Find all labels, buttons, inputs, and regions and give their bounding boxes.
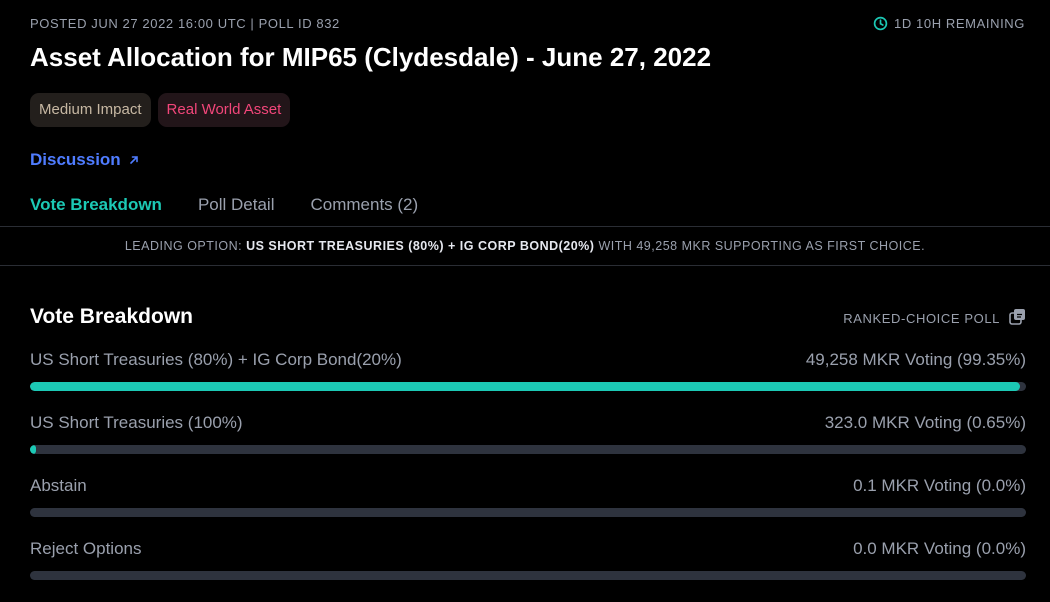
tag-medium-impact[interactable]: Medium Impact bbox=[30, 93, 151, 127]
option-progress-bar bbox=[30, 508, 1026, 517]
option-label: Abstain bbox=[30, 476, 87, 495]
tag-list: Medium Impact Real World Asset bbox=[30, 93, 291, 127]
leading-option-name: US SHORT TREASURIES (80%) + IG CORP BOND… bbox=[246, 239, 595, 253]
vote-breakdown-title: Vote Breakdown bbox=[30, 305, 193, 328]
option-votes: 0.0 MKR Voting (0.0%) bbox=[853, 539, 1026, 558]
option-label: US Short Treasuries (100%) bbox=[30, 413, 243, 432]
option-votes: 49,258 MKR Voting (99.35%) bbox=[805, 350, 1026, 369]
tab-poll-detail[interactable]: Poll Detail bbox=[198, 195, 275, 215]
clock-icon bbox=[873, 16, 888, 31]
vote-option: US Short Treasuries (100%) 323.0 MKR Vot… bbox=[30, 413, 1026, 476]
poll-type-badge[interactable]: RANKED-CHOICE POLL bbox=[843, 308, 1026, 328]
tab-vote-breakdown[interactable]: Vote Breakdown bbox=[30, 195, 162, 215]
copy-icon bbox=[1009, 308, 1026, 328]
time-remaining: 1D 10H REMAINING bbox=[873, 16, 1025, 31]
poll-meta: POSTED JUN 27 2022 16:00 UTC | POLL ID 8… bbox=[30, 16, 340, 31]
discussion-link[interactable]: Discussion bbox=[30, 150, 139, 170]
tab-comments[interactable]: Comments (2) bbox=[310, 195, 418, 215]
option-progress-bar bbox=[30, 571, 1026, 580]
option-label: US Short Treasuries (80%) + IG Corp Bond… bbox=[30, 350, 402, 369]
vote-option: US Short Treasuries (80%) + IG Corp Bond… bbox=[30, 350, 1026, 413]
option-progress-fill bbox=[30, 445, 37, 454]
poll-title: Asset Allocation for MIP65 (Clydesdale) … bbox=[30, 42, 712, 72]
vote-option: Abstain 0.1 MKR Voting (0.0%) bbox=[30, 476, 1026, 539]
discussion-label: Discussion bbox=[30, 150, 121, 169]
tag-real-world-asset[interactable]: Real World Asset bbox=[157, 93, 291, 127]
tab-bar: Vote Breakdown Poll Detail Comments (2) bbox=[30, 195, 454, 215]
leading-suffix: WITH 49,258 MKR SUPPORTING AS FIRST CHOI… bbox=[598, 239, 926, 253]
option-label: Reject Options bbox=[30, 539, 142, 558]
vote-option: Reject Options 0.0 MKR Voting (0.0%) bbox=[30, 539, 1026, 602]
external-link-arrow-icon bbox=[129, 150, 139, 170]
option-progress-bar bbox=[30, 382, 1026, 391]
poll-type-label: RANKED-CHOICE POLL bbox=[843, 310, 1000, 326]
option-progress-bar bbox=[30, 445, 1026, 454]
option-votes: 323.0 MKR Voting (0.65%) bbox=[824, 413, 1026, 432]
option-progress-fill bbox=[30, 382, 1020, 391]
leading-option-banner: LEADING OPTION: US SHORT TREASURIES (80%… bbox=[0, 226, 1050, 266]
vote-option-list: US Short Treasuries (80%) + IG Corp Bond… bbox=[30, 350, 1026, 602]
option-votes: 0.1 MKR Voting (0.0%) bbox=[853, 476, 1026, 495]
time-remaining-label: 1D 10H REMAINING bbox=[894, 16, 1025, 31]
leading-prefix: LEADING OPTION: bbox=[124, 239, 243, 253]
